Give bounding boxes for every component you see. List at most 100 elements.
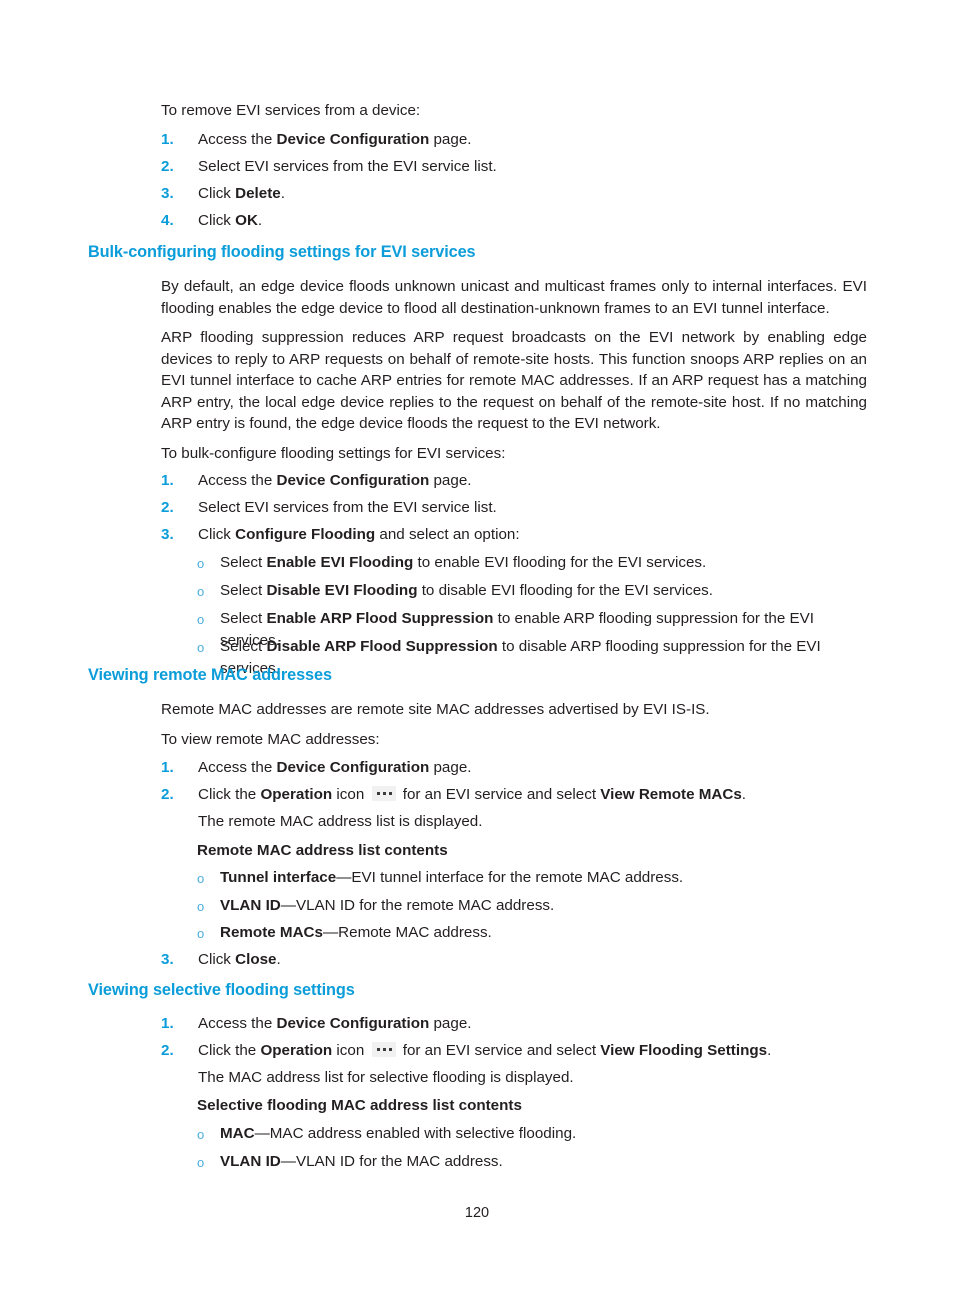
list-item: 2. Click the Operation icon for an EVI s…	[161, 1040, 871, 1062]
step-number: 1.	[161, 131, 174, 148]
bullet-marker: o	[197, 1155, 205, 1170]
step-number: 3.	[161, 951, 174, 968]
step-text: Select EVI services from the EVI service…	[198, 497, 871, 519]
bullet-text-post: —VLAN ID for the MAC address.	[280, 1153, 503, 1170]
list-item: o Tunnel interface—EVI tunnel interface …	[197, 867, 869, 889]
operation-ellipsis-icon	[371, 1042, 396, 1057]
list-item: o VLAN ID—VLAN ID for the remote MAC add…	[197, 895, 869, 917]
list-item: 3. Click Close.	[161, 949, 871, 971]
bullet-text-bold: Enable ARP Flood Suppression	[266, 610, 494, 627]
bullet-text: Select Enable EVI Flooding to enable EVI…	[220, 552, 869, 574]
step-text-post: page.	[429, 131, 472, 148]
step-text-pre: Click	[198, 212, 236, 229]
step-text-pre: Select EVI services from the EVI service…	[198, 499, 497, 516]
step-text-post: .	[257, 212, 263, 229]
step-number: 1.	[161, 1015, 174, 1032]
step-text-post: page.	[429, 1015, 472, 1032]
step-text-post: and select an option:	[375, 526, 520, 543]
step-continuation: The MAC address list for selective flood…	[198, 1069, 574, 1086]
bullet-text: Remote MACs—Remote MAC address.	[220, 922, 869, 944]
step-number: 2.	[161, 499, 174, 516]
list-item: 1. Access the Device Configuration page.	[161, 129, 871, 151]
step-text-bold: Configure Flooding	[235, 526, 376, 543]
step-text: Access the Device Configuration page.	[198, 129, 871, 151]
step-text-bold: Device Configuration	[276, 131, 430, 148]
step-text-pre: Access the	[198, 131, 277, 148]
bullet-marker: o	[197, 1127, 205, 1142]
step-number: 4.	[161, 212, 174, 229]
bullet-text-pre: Select	[220, 638, 267, 655]
step-text-bold-menu-item: View Flooding Settings	[600, 1042, 768, 1059]
bullet-text-bold: Tunnel interface	[220, 869, 337, 886]
step-text-post: .	[741, 786, 747, 803]
step-number: 3.	[161, 185, 174, 202]
step-text-bold-operation: Operation	[260, 786, 333, 803]
bullet-text: Select Disable EVI Flooding to disable E…	[220, 580, 869, 602]
section-heading-viewing-selective-flooding: Viewing selective flooding settings	[88, 981, 355, 999]
bullet-marker: o	[197, 612, 205, 627]
bullet-text-post: —MAC address enabled with selective floo…	[254, 1125, 577, 1142]
step-text-pre: Select EVI services from the EVI service…	[198, 158, 497, 175]
step-text-mid2: for an EVI service and select	[398, 786, 601, 803]
paragraph-remote-mac-intro: Remote MAC addresses are remote site MAC…	[161, 701, 710, 718]
step-text-mid: icon	[332, 786, 369, 803]
step-text-pre: Click the	[198, 1042, 261, 1059]
page-number: 120	[464, 1205, 490, 1221]
step-text: Click the Operation icon for an EVI serv…	[198, 784, 871, 806]
bullet-text-post: —EVI tunnel interface for the remote MAC…	[336, 869, 684, 886]
paragraph-arp-suppression: ARP flooding suppression reduces ARP req…	[161, 329, 867, 432]
step-text-pre: Click	[198, 526, 236, 543]
operation-ellipsis-icon	[371, 786, 396, 801]
step-text-pre: Access the	[198, 1015, 277, 1032]
step-text: Click Delete.	[198, 183, 871, 205]
step-number: 2.	[161, 1042, 174, 1059]
step-text-post: page.	[429, 759, 472, 776]
list-item: 1. Access the Device Configuration page.	[161, 1013, 871, 1035]
list-item: o Remote MACs—Remote MAC address.	[197, 922, 869, 944]
bullet-text-bold: VLAN ID	[220, 897, 281, 914]
step-text-mid: icon	[332, 1042, 369, 1059]
step-text: Click OK.	[198, 210, 871, 232]
bullet-marker: o	[197, 926, 205, 941]
step-text-bold: Device Configuration	[276, 1015, 430, 1032]
list-item: o VLAN ID—VLAN ID for the MAC address.	[197, 1151, 869, 1173]
step-text: Access the Device Configuration page.	[198, 757, 871, 779]
step-text: Select EVI services from the EVI service…	[198, 156, 871, 178]
step-text-bold: Close	[235, 951, 277, 968]
bullet-text-post: —Remote MAC address.	[322, 924, 492, 941]
list-item: 1. Access the Device Configuration page.	[161, 470, 871, 492]
bullet-marker: o	[197, 899, 205, 914]
step-text: Access the Device Configuration page.	[198, 470, 871, 492]
step-text-pre: Access the	[198, 759, 277, 776]
bullet-text-post: to enable EVI flooding for the EVI servi…	[413, 554, 707, 571]
step-text: Click Close.	[198, 949, 871, 971]
intro-remove-lead: To remove EVI services from a device:	[161, 102, 421, 119]
step-text-pre: Access the	[198, 472, 277, 489]
bullet-marker: o	[197, 584, 205, 599]
bullet-text: VLAN ID—VLAN ID for the remote MAC addre…	[220, 895, 869, 917]
contents-heading-selective-flooding: Selective flooding MAC address list cont…	[197, 1097, 522, 1114]
step-number: 3.	[161, 526, 174, 543]
bullet-text-pre: Select	[220, 554, 267, 571]
paragraph-bulk-intro: By default, an edge device floods unknow…	[161, 278, 867, 317]
document-page: To remove EVI services from a device: 1.…	[0, 0, 954, 1296]
bullet-text-bold: Enable EVI Flooding	[266, 554, 414, 571]
step-text-bold: Delete	[235, 185, 281, 202]
step-text-bold: Device Configuration	[276, 472, 430, 489]
step-number: 1.	[161, 759, 174, 776]
step-text: Click Configure Flooding and select an o…	[198, 524, 871, 546]
bullet-text: Tunnel interface—EVI tunnel interface fo…	[220, 867, 869, 889]
list-item: 3. Click Delete.	[161, 183, 871, 205]
step-text-mid2: for an EVI service and select	[398, 1042, 601, 1059]
bulk-lead: To bulk-configure flooding settings for …	[161, 445, 506, 462]
list-item: 2. Select EVI services from the EVI serv…	[161, 497, 871, 519]
step-text-pre: Click	[198, 185, 236, 202]
step-continuation: The remote MAC address list is displayed…	[198, 813, 483, 830]
bullet-text-bold: VLAN ID	[220, 1153, 281, 1170]
step-text-post: page.	[429, 472, 472, 489]
list-item: 4. Click OK.	[161, 210, 871, 232]
bullet-marker: o	[197, 640, 205, 655]
remote-mac-lead: To view remote MAC addresses:	[161, 731, 380, 748]
list-item: 2. Select EVI services from the EVI serv…	[161, 156, 871, 178]
step-text-bold: OK	[235, 212, 258, 229]
